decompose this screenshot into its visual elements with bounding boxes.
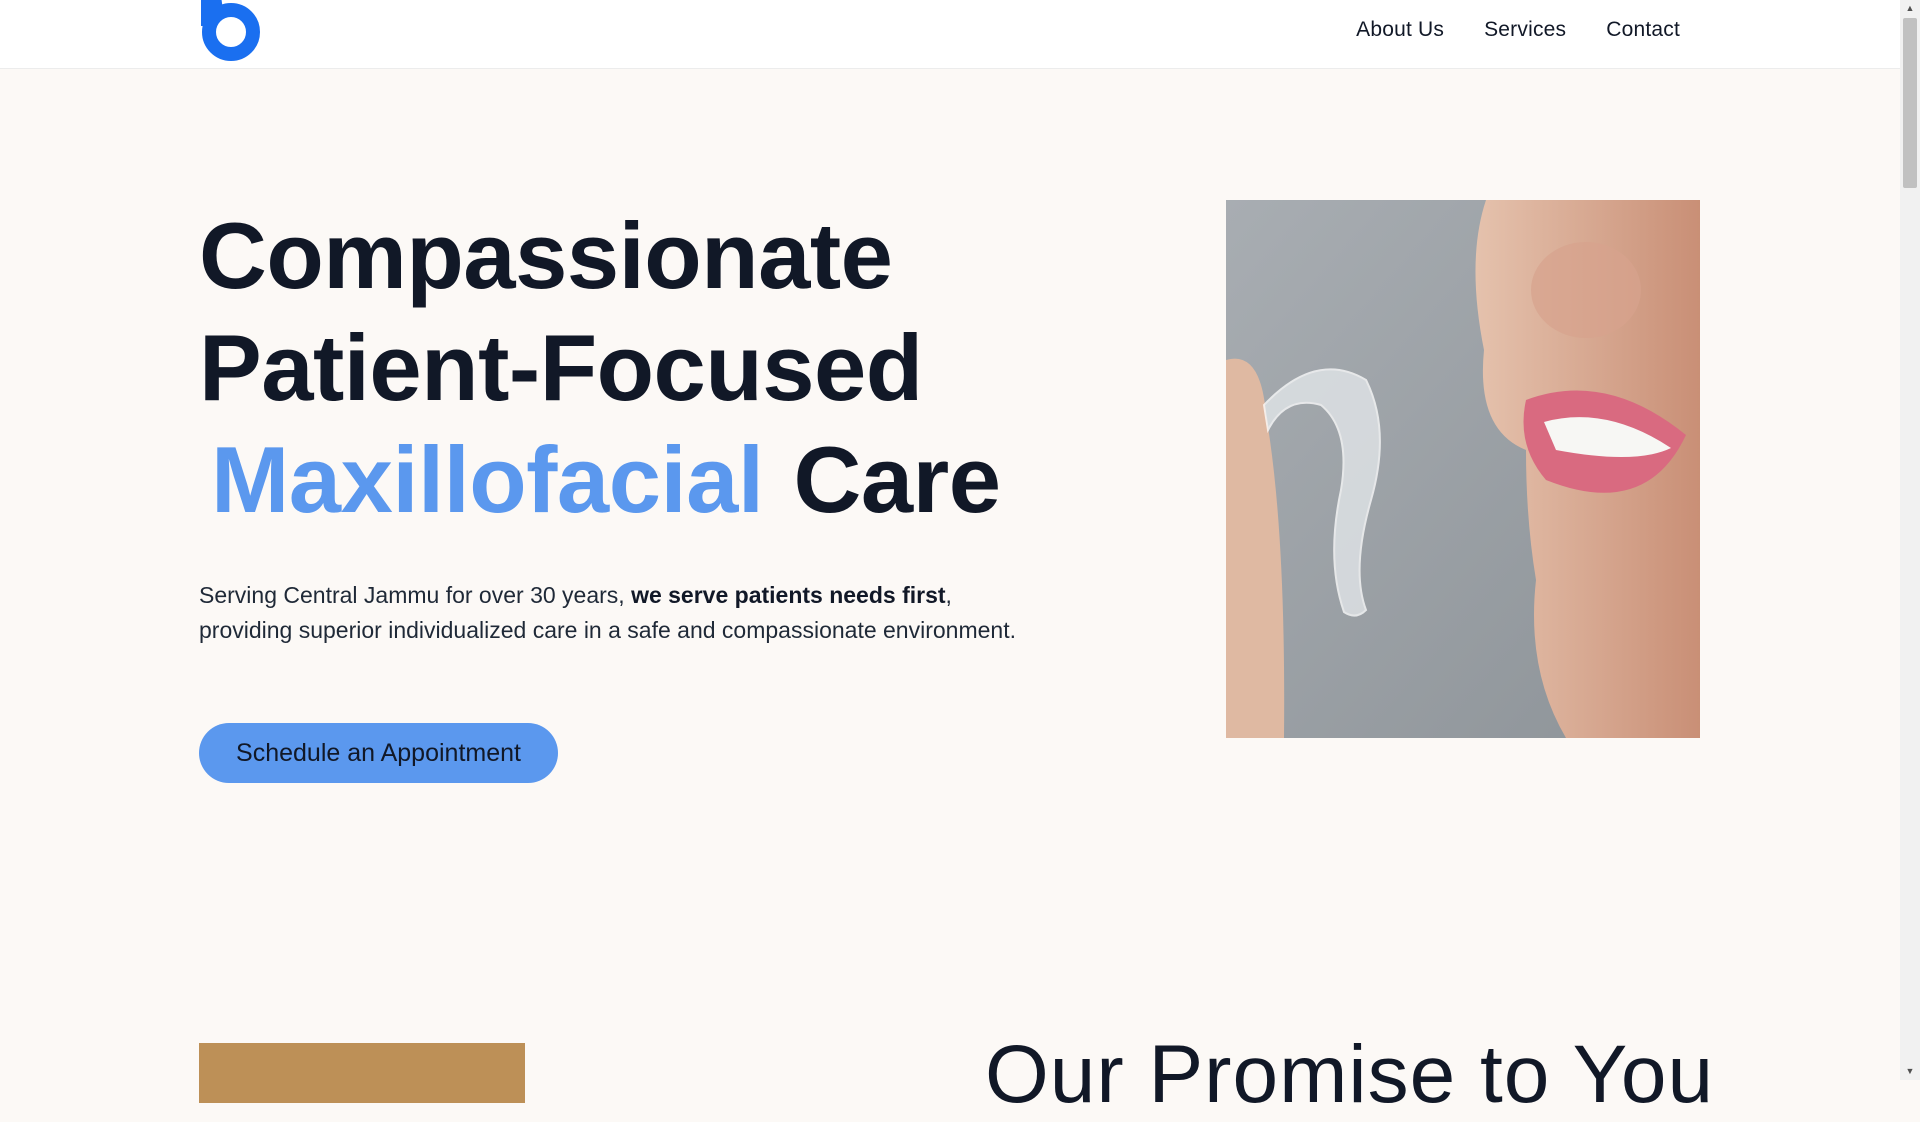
hero-image [1226, 200, 1700, 738]
hero-desc-bold: we serve patients needs first [631, 582, 946, 608]
nav-contact[interactable]: Contact [1606, 18, 1680, 42]
scroll-up-icon[interactable]: ▲ [1900, 0, 1920, 17]
hero-title-accent: Maxillofacial [211, 427, 764, 532]
scrollbar-thumb[interactable] [1903, 18, 1917, 188]
hero-description: Serving Central Jammu for over 30 years,… [199, 578, 1019, 648]
promise-image-block [199, 1043, 525, 1103]
nav-about-us[interactable]: About Us [1356, 18, 1444, 42]
brand-logo-icon[interactable] [199, 0, 263, 64]
hero-title-line-3: Maxillofacial Care [199, 424, 1001, 536]
nav-services[interactable]: Services [1484, 18, 1566, 42]
page-scrollbar[interactable]: ▲ ▼ [1900, 0, 1920, 1080]
promise-heading: Our Promise to You [985, 1029, 1715, 1120]
hero-title-end: Care [793, 427, 1002, 532]
hero-title: Compassionate Patient-Focused Maxillofac… [199, 200, 1001, 536]
hero-title-line-1: Compassionate [199, 203, 893, 308]
hero-title-line-2: Patient-Focused [199, 315, 923, 420]
main-nav: About Us Services Contact [1356, 18, 1680, 42]
hero-desc-part-1: Serving Central Jammu for over 30 years, [199, 582, 632, 608]
site-header: About Us Services Contact [0, 0, 1900, 69]
schedule-appointment-button[interactable]: Schedule an Appointment [199, 723, 558, 783]
scroll-down-icon[interactable]: ▼ [1900, 1063, 1920, 1080]
